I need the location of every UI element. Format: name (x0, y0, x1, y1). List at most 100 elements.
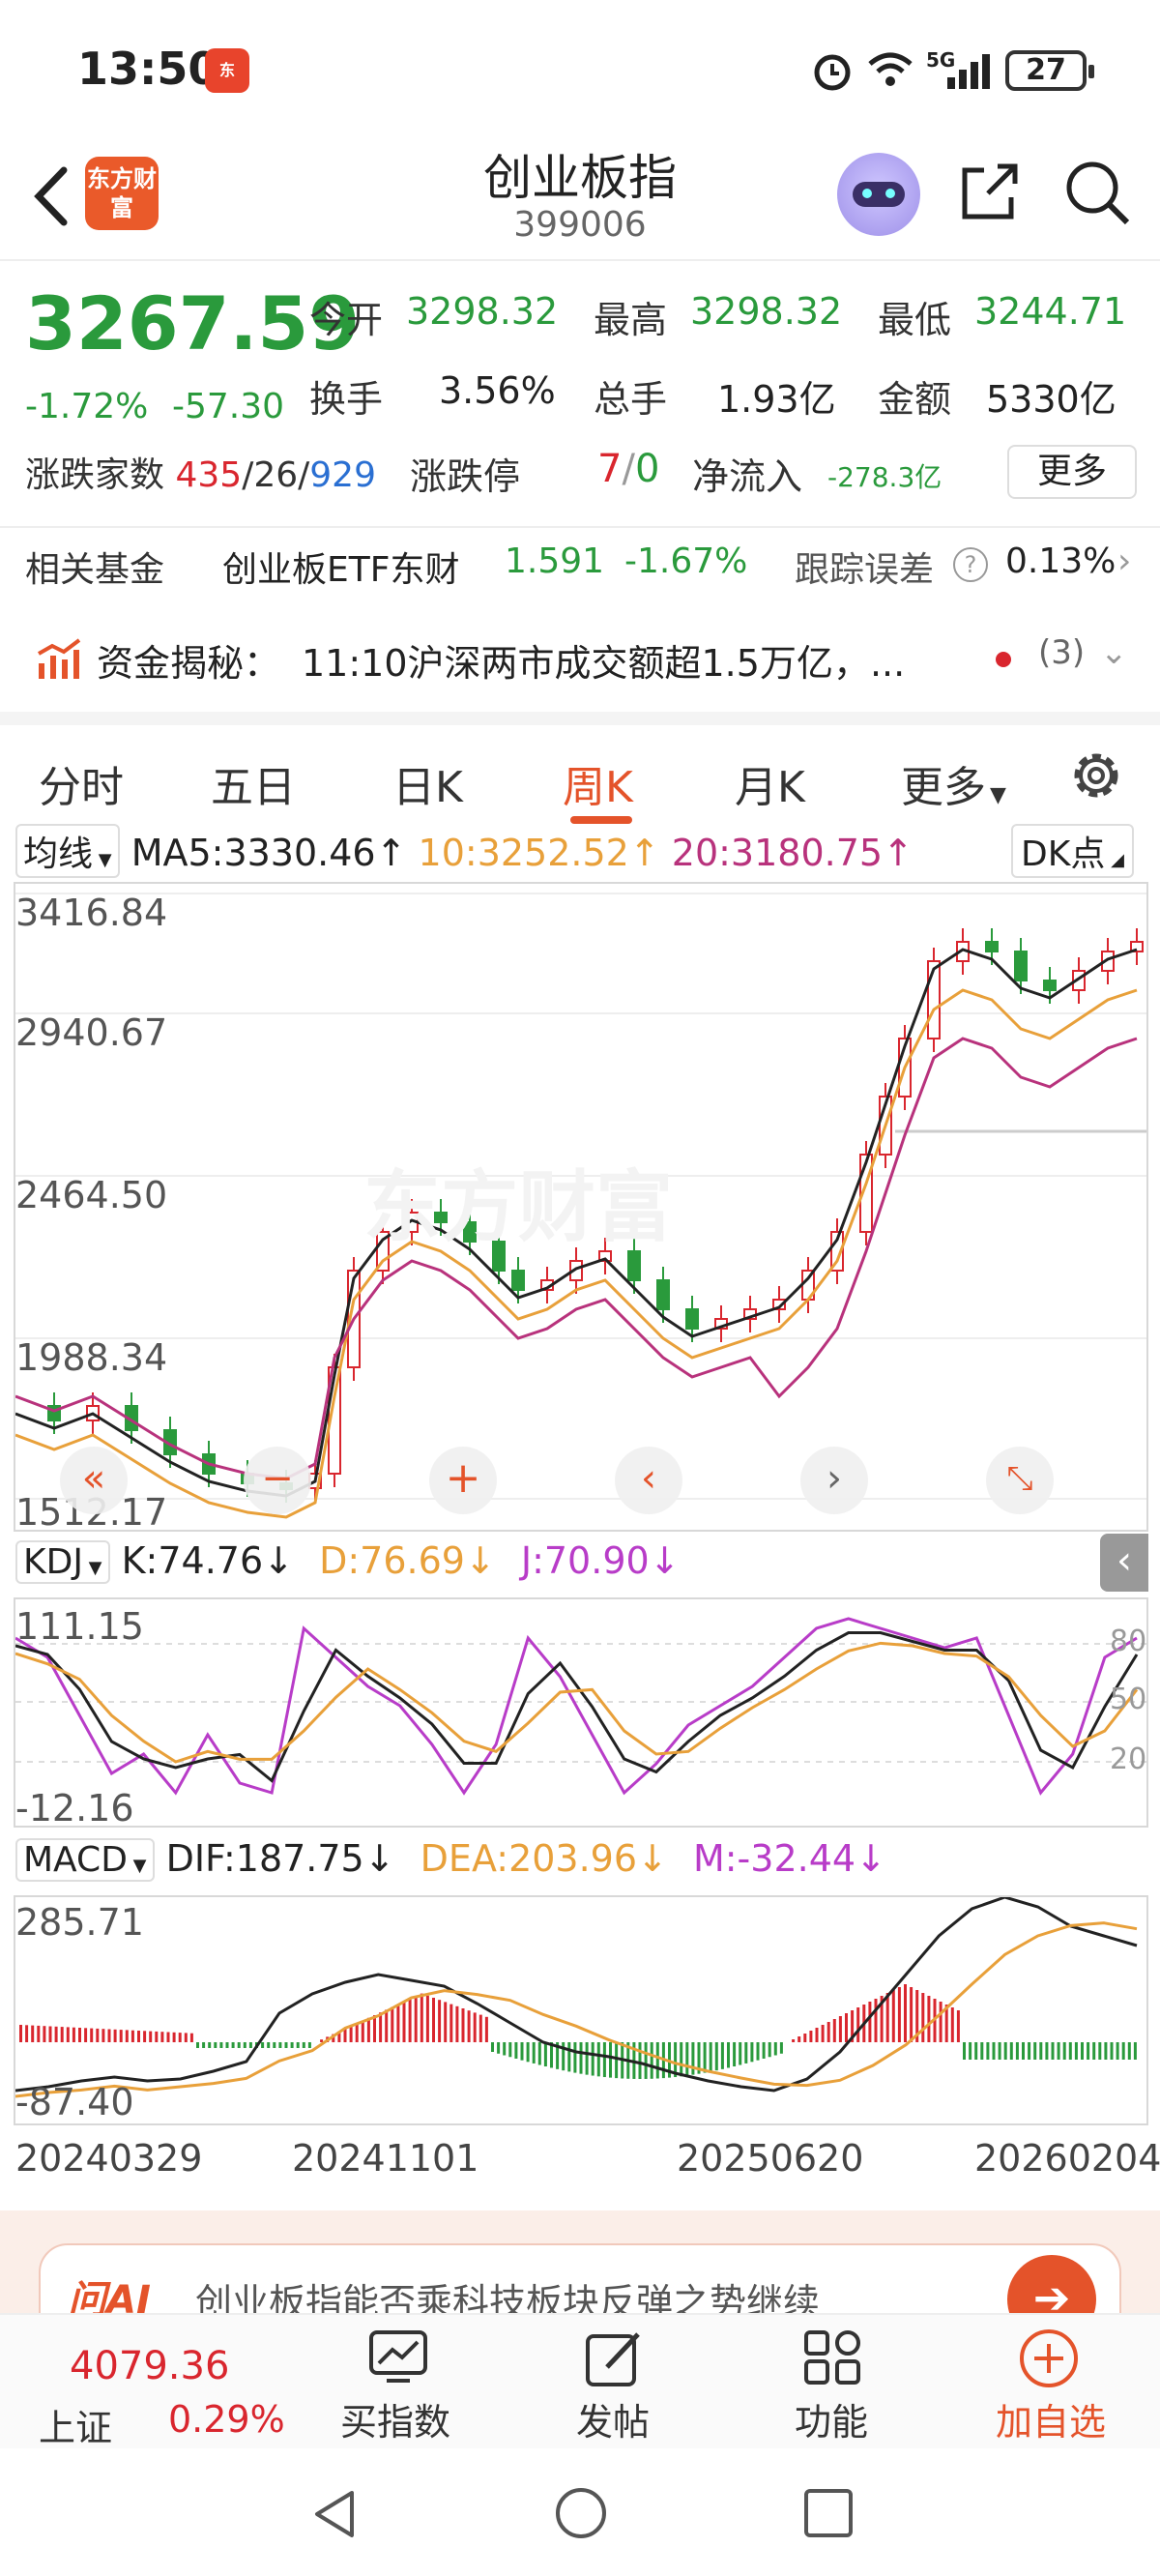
nav-home-icon[interactable] (553, 2485, 609, 2541)
macd-dif: DIF:187.75↓ (165, 1837, 395, 1880)
gear-icon[interactable] (1067, 746, 1125, 805)
sh-index-change: 0.29% (168, 2398, 285, 2441)
macd-bar (885, 1993, 889, 2042)
fund-price: 1.591 (505, 542, 605, 581)
kdj-chart[interactable]: 111.15 -12.16 80 50 20 (14, 1597, 1148, 1830)
macd-bar (261, 2042, 265, 2048)
ai-assistant-icon[interactable] (837, 153, 920, 236)
add-watchlist-button[interactable]: 加自选 (996, 2392, 1106, 2445)
macd-bar (296, 2042, 300, 2048)
track-error-label: 跟踪误差 (795, 550, 935, 590)
macd-m: M:-32.44↓ (692, 1837, 886, 1880)
app-notification-icon: 东 (205, 48, 249, 93)
macd-bar (172, 2032, 176, 2042)
macd-bar (838, 2016, 842, 2042)
macd-bar (379, 2012, 383, 2042)
macd-svg (15, 1897, 1138, 2098)
macd-bar (974, 2042, 978, 2060)
zoom-in-button[interactable]: + (429, 1447, 497, 1514)
x-axis-label: 20240329 (15, 2137, 203, 2180)
macd-bar (408, 1999, 412, 2042)
macd-bar (650, 2042, 653, 2079)
wifi-icon (868, 52, 913, 86)
dk-point-button[interactable]: DK点 ◢ (1011, 824, 1134, 878)
macd-bar (733, 2042, 737, 2067)
updown-count: 涨跌家数 435/26/929 (25, 455, 376, 495)
function-button[interactable]: 功能 (795, 2392, 868, 2445)
macd-bar (826, 2022, 830, 2042)
kline-chart[interactable]: 东方财富 3416.84 2940.67 2464.50 1988.34 151… (14, 882, 1148, 1534)
nav-back-icon[interactable] (309, 2487, 360, 2541)
tab-daily-k[interactable]: 日K (392, 752, 463, 814)
zoom-out-button[interactable]: − (244, 1447, 311, 1514)
macd-bar (1068, 2042, 1072, 2060)
buy-index-button[interactable]: 买指数 (340, 2392, 450, 2445)
macd-bar (402, 2002, 406, 2042)
open-value: 3298.32 (406, 290, 559, 333)
tab-monthly-k[interactable]: 月K (735, 752, 805, 814)
macd-bar (102, 2029, 105, 2042)
change-amount: -57.30 (172, 387, 285, 426)
macd-bar (744, 2042, 748, 2064)
macd-bar (25, 2025, 29, 2042)
macd-bar (992, 2042, 996, 2060)
macd-bar (543, 2042, 547, 2067)
macd-bar (714, 2042, 718, 2071)
tab-more[interactable]: 更多 ▼ (901, 752, 1006, 814)
macd-bar (84, 2028, 88, 2042)
fullscreen-button[interactable]: ⤡ (986, 1447, 1054, 1514)
unread-dot (996, 652, 1011, 667)
macd-bar (727, 2042, 730, 2068)
open-label: 今开 (309, 299, 384, 341)
macd-bar (438, 2000, 442, 2042)
macd-bar (809, 2031, 813, 2042)
macd-chart[interactable]: 285.71 -87.40 (14, 1895, 1148, 2125)
macd-bar (1009, 2042, 1013, 2060)
share-icon[interactable] (955, 159, 1023, 226)
macd-bar (792, 2039, 796, 2042)
scroll-left-button[interactable]: ‹ (615, 1447, 682, 1514)
kdj-y-top: 111.15 (15, 1605, 144, 1648)
fund-name[interactable]: 创业板ETF东财 (222, 542, 459, 592)
macd-select[interactable]: MACD ▼ (15, 1838, 155, 1882)
kdj-d: D:76.69↓ (319, 1539, 496, 1582)
macd-bar (615, 2042, 619, 2079)
macd-bar (72, 2027, 75, 2042)
limit-count: 7/0 (597, 447, 660, 491)
tab-fenshi[interactable]: 分时 (39, 752, 124, 814)
system-nav-bar (0, 2448, 1160, 2576)
chevron-down-icon[interactable]: ⌄ (1100, 633, 1128, 672)
nav-recents-icon[interactable] (802, 2487, 855, 2539)
alarm-icon (814, 54, 851, 91)
macd-bar (149, 2031, 153, 2042)
macd-bar (1133, 2042, 1137, 2060)
sh-index-value[interactable]: 4079.36 (70, 2344, 229, 2388)
more-button[interactable]: 更多 (1007, 445, 1137, 499)
macd-bar (219, 2042, 223, 2048)
ma-select[interactable]: 均线 ▼ (15, 824, 120, 878)
help-icon[interactable]: ? (953, 547, 988, 582)
scroll-right-button[interactable]: › (800, 1447, 868, 1514)
rewind-button[interactable]: « (60, 1447, 128, 1514)
kdj-select[interactable]: KDJ ▼ (15, 1540, 110, 1584)
macd-bar (385, 2009, 389, 2042)
collapse-panel-button[interactable]: ‹ (1100, 1534, 1148, 1592)
limit-up: 7 (597, 447, 623, 491)
tab-weekly-k[interactable]: 周K (563, 752, 633, 814)
macd-bar (950, 2007, 954, 2042)
macd-bar (910, 1987, 914, 2042)
macd-bar (343, 2029, 347, 2042)
macd-bar (473, 2012, 477, 2042)
search-icon[interactable] (1063, 159, 1131, 226)
news-headline[interactable]: 11:10沪深两市成交额超1.5万亿，... (302, 633, 959, 687)
macd-bar (231, 2042, 235, 2048)
macd-bar (520, 2042, 524, 2061)
post-button[interactable]: 发帖 (576, 2392, 650, 2445)
chevron-right-icon[interactable]: › (1117, 542, 1131, 581)
macd-bar (998, 2042, 1001, 2060)
macd-bar (196, 2042, 199, 2048)
tab-five-day[interactable]: 五日 (211, 752, 296, 814)
macd-bar (986, 2042, 990, 2060)
fund-flow-icon (38, 638, 81, 679)
macd-bar (267, 2042, 271, 2048)
